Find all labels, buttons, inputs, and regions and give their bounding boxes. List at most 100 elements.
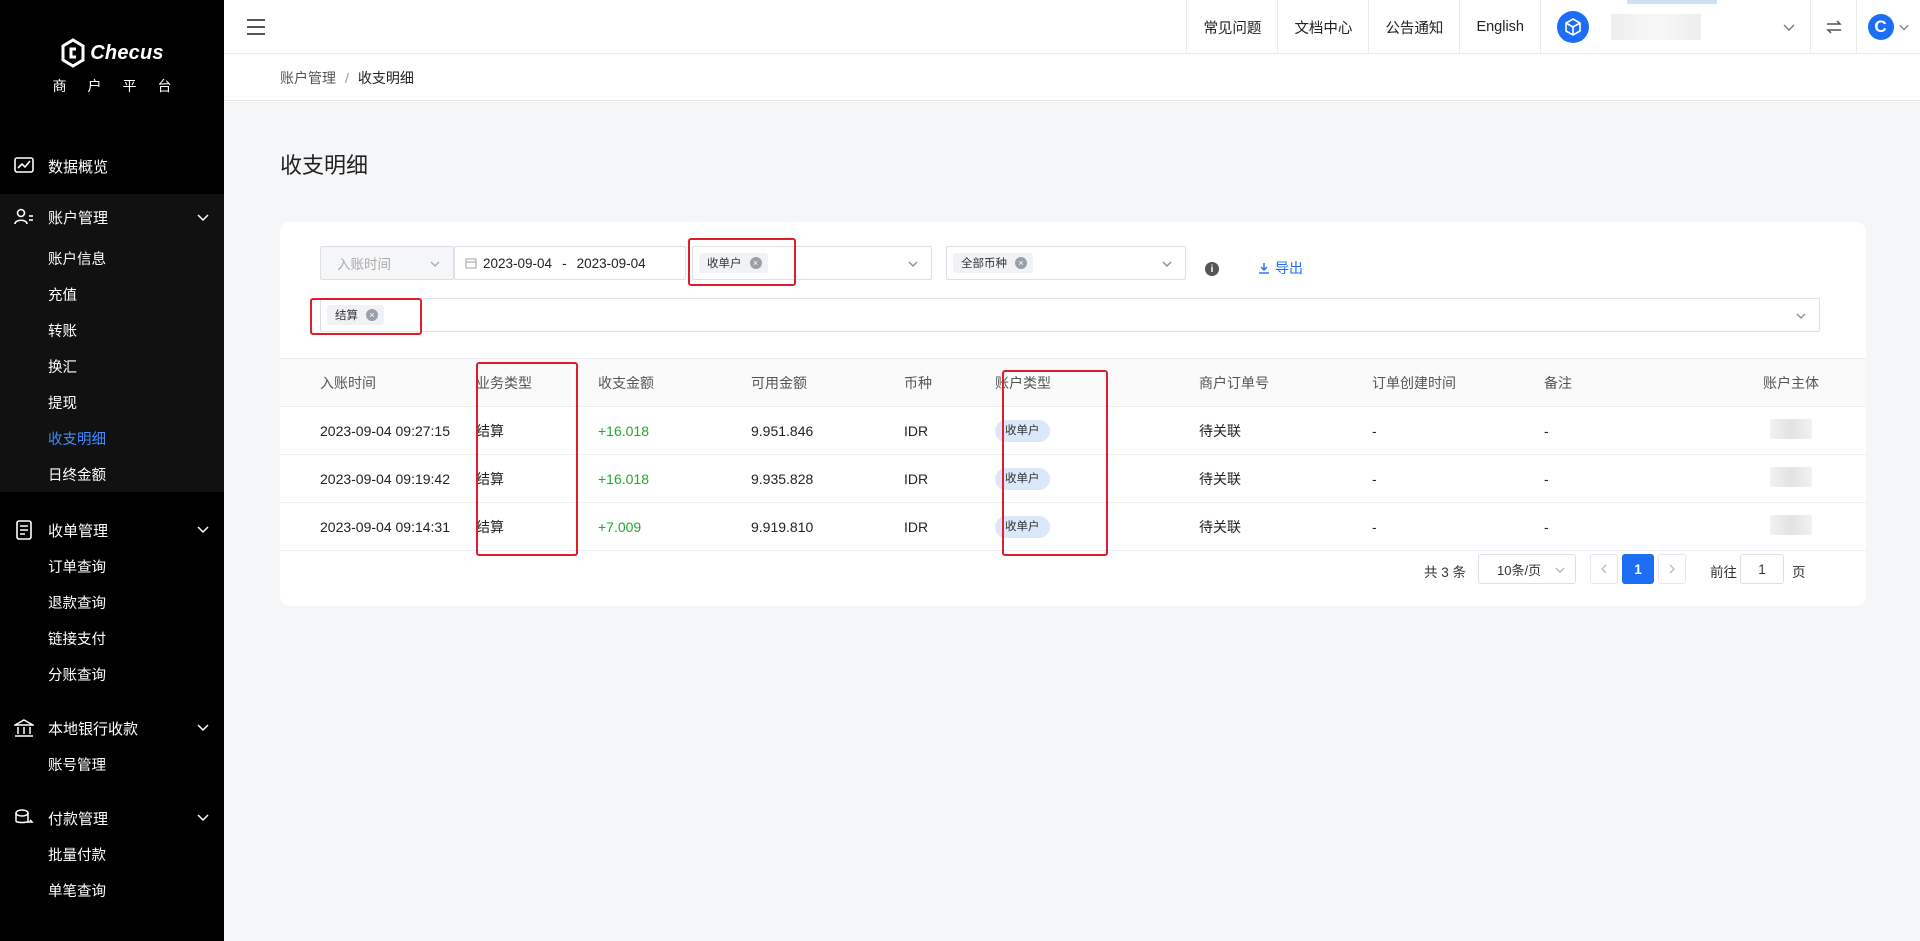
cell-time: 2023-09-04 09:14:31: [280, 502, 476, 551]
sidebar-item-account-mgmt[interactable]: 账户管理: [0, 194, 224, 240]
redacted-owner: [1770, 467, 1812, 487]
sidebar-item-collection-mgmt[interactable]: 收单管理: [0, 512, 224, 548]
col-header-time: 入账时间: [280, 358, 476, 407]
cube-icon: [1557, 11, 1589, 43]
calendar-icon: [465, 258, 477, 269]
pagination-total: 共 3 条: [1424, 565, 1467, 580]
sidebar-item-refund-query[interactable]: 退款查询: [0, 584, 224, 620]
time-type-select[interactable]: 入账时间: [320, 246, 454, 280]
merchant-name-redacted: [1611, 0, 1717, 40]
redacted-owner: [1770, 419, 1812, 439]
time-type-placeholder: 入账时间: [337, 257, 391, 272]
highlight-account-type-column: [1002, 370, 1108, 556]
sidebar-item-eod-balance[interactable]: 日终金额: [0, 456, 224, 492]
cell-order-no: 待关联: [1199, 454, 1372, 503]
user-menu[interactable]: C: [1856, 0, 1920, 54]
cell-remark: -: [1544, 454, 1716, 503]
goto-page-input[interactable]: 1: [1740, 554, 1784, 584]
sidebar-item-single-query[interactable]: 单笔查询: [0, 872, 224, 908]
switch-account-button[interactable]: [1810, 0, 1856, 54]
chevron-down-icon: [1555, 567, 1565, 573]
sidebar-item-label: 付款管理: [48, 810, 109, 828]
date-separator: -: [562, 255, 567, 271]
pagination: 共 3 条 10条/页 1 前往 1 页: [280, 552, 1866, 588]
col-header-currency: 币种: [904, 358, 995, 407]
chevron-up-icon: [197, 214, 209, 222]
cell-amount: +7.009: [598, 502, 751, 551]
chevron-down-icon: [430, 261, 440, 267]
tag-label: 全部币种: [961, 258, 1007, 270]
sidebar-item-label: 账户管理: [48, 209, 109, 227]
date-range-picker[interactable]: 2023-09-04 - 2023-09-04: [454, 246, 686, 280]
sidebar-item-batch-payout[interactable]: 批量付款: [0, 836, 224, 872]
cell-available: 9.935.828: [751, 454, 904, 503]
notice-link[interactable]: 公告通知: [1368, 0, 1459, 54]
cell-order-time: -: [1372, 406, 1544, 455]
language-switch[interactable]: English: [1459, 0, 1540, 54]
page-number-current[interactable]: 1: [1622, 554, 1654, 584]
docs-link[interactable]: 文档中心: [1277, 0, 1368, 54]
currency-select[interactable]: 全部币种 ×: [946, 246, 1186, 280]
sidebar-item-order-query[interactable]: 订单查询: [0, 548, 224, 584]
page-size-select[interactable]: 10条/页: [1478, 554, 1576, 584]
sidebar-menu: 数据概览 账户管理 账户信息 充值 转账 换汇 提现 收支明细 日终金额 收单管…: [0, 148, 224, 914]
breadcrumb: 账户管理 / 收支明细: [224, 55, 1920, 101]
brand-subtitle: 商户平台: [52, 78, 193, 94]
breadcrumb-separator: /: [345, 69, 349, 86]
date-start: 2023-09-04: [483, 255, 553, 271]
cell-remark: -: [1544, 406, 1716, 455]
chevron-down-icon: [1783, 24, 1795, 31]
col-header-remark: 备注: [1544, 358, 1716, 407]
sidebar-item-exchange[interactable]: 换汇: [0, 348, 224, 384]
cell-amount: +16.018: [598, 454, 751, 503]
sidebar-group-account: 账户管理 账户信息 充值 转账 换汇 提现 收支明细 日终金额: [0, 194, 224, 492]
merchant-selector[interactable]: [1540, 0, 1810, 54]
swap-icon: [1825, 20, 1842, 34]
sidebar-item-statement[interactable]: 收支明细: [0, 420, 224, 456]
chevron-down-icon: [908, 261, 918, 267]
avatar: C: [1867, 14, 1894, 40]
highlight-account-type-filter: [688, 238, 796, 286]
sidebar-item-overview[interactable]: 数据概览: [0, 148, 224, 184]
sidebar-item-local-bank[interactable]: 本地银行收款: [0, 710, 224, 746]
cell-remark: -: [1544, 502, 1716, 551]
cell-order-no: 待关联: [1199, 406, 1372, 455]
currency-tag: 全部币种 ×: [953, 253, 1033, 273]
cell-currency: IDR: [904, 406, 995, 455]
sidebar-item-account-number-mgmt[interactable]: 账号管理: [0, 746, 224, 782]
sidebar-item-payout-mgmt[interactable]: 付款管理: [0, 800, 224, 836]
cell-available: 9.919.810: [751, 502, 904, 551]
cell-currency: IDR: [904, 454, 995, 503]
prev-page-button[interactable]: [1590, 554, 1618, 584]
page-suffix-label: 页: [1792, 565, 1806, 580]
statement-card: 入账时间 2023-09-04 - 2023-09-04 收单户 × 全部币种 …: [280, 222, 1866, 606]
redacted-owner: [1770, 515, 1812, 535]
close-icon[interactable]: ×: [1015, 257, 1027, 269]
main-content: 收支明细 入账时间 2023-09-04 - 2023-09-04 收单户 ×: [224, 102, 1920, 941]
breadcrumb-parent[interactable]: 账户管理: [280, 68, 336, 88]
sidebar-item-recharge[interactable]: 充值: [0, 276, 224, 312]
sidebar-item-transfer[interactable]: 转账: [0, 312, 224, 348]
sidebar-group-collection: 收单管理 订单查询 退款查询 链接支付 分账查询: [0, 500, 224, 698]
sidebar-item-account-info[interactable]: 账户信息: [0, 240, 224, 276]
sidebar-item-split-query[interactable]: 分账查询: [0, 656, 224, 692]
breadcrumb-current: 收支明细: [357, 69, 414, 86]
sidebar-item-link-pay[interactable]: 链接支付: [0, 620, 224, 656]
chevron-down-icon: [197, 814, 209, 822]
download-icon: [1259, 263, 1269, 274]
business-type-select[interactable]: 结算 ×: [320, 298, 1820, 332]
sidebar-item-withdraw[interactable]: 提现: [0, 384, 224, 420]
col-header-order-no: 商户订单号: [1199, 358, 1372, 407]
cell-currency: IDR: [904, 502, 995, 551]
chevron-down-icon: [197, 724, 209, 732]
next-page-button[interactable]: [1658, 554, 1686, 584]
faq-link[interactable]: 常见问题: [1186, 0, 1277, 54]
col-header-amount: 收支金额: [598, 358, 751, 407]
export-button[interactable]: 导出: [1258, 258, 1303, 278]
checus-logo-icon: [61, 38, 85, 68]
brand-logo[interactable]: Checus 商户平台: [0, 38, 224, 96]
cell-order-time: -: [1372, 502, 1544, 551]
cell-order-time: -: [1372, 454, 1544, 503]
info-icon[interactable]: i: [1205, 262, 1219, 276]
hamburger-icon[interactable]: [246, 18, 266, 36]
